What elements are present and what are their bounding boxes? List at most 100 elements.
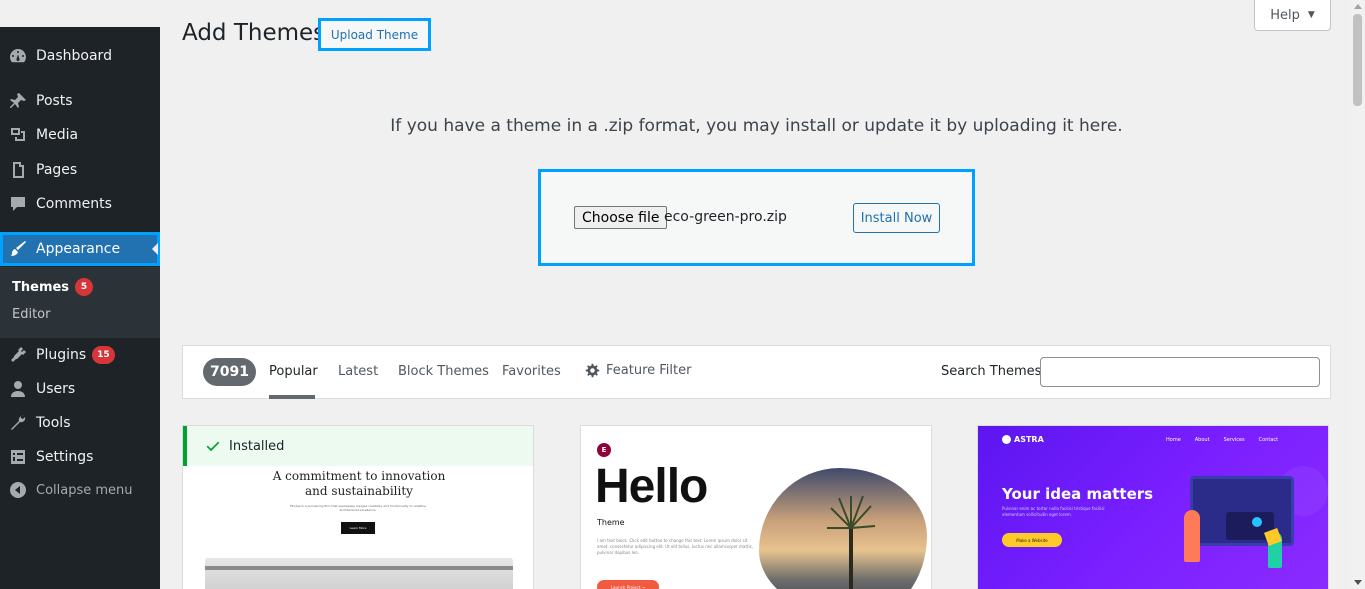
theme-preview-button: Launch Project → — [597, 580, 659, 589]
admin-sidebar: Dashboard Posts Media Pages Comments App… — [0, 27, 160, 589]
theme-preview-text: Études is a pioneering firm that seamles… — [290, 504, 426, 512]
media-icon — [0, 125, 36, 145]
choose-file-button[interactable]: Choose file — [574, 206, 668, 229]
nav-item: Services — [1223, 437, 1245, 443]
sidebar-item-comments[interactable]: Comments — [0, 187, 160, 221]
sidebar-item-label: Tools — [36, 415, 71, 431]
theme-preview-button: Make a Website — [1002, 533, 1062, 547]
sidebar-item-media[interactable]: Media — [0, 118, 160, 152]
theme-preview-nav: Home About Services Contact — [1166, 437, 1278, 443]
settings-icon — [0, 447, 36, 467]
sidebar-item-label: Settings — [36, 449, 94, 465]
theme-preview-subtitle: Theme — [597, 518, 625, 527]
elementor-logo-icon: E — [597, 443, 611, 457]
nav-item: About — [1194, 437, 1210, 443]
theme-filter-bar: 7091 Popular Latest Block Themes Favorit… — [182, 345, 1331, 399]
upload-theme-button[interactable]: Upload Theme — [318, 18, 431, 51]
illustration-person — [1184, 510, 1200, 562]
sidebar-item-dashboard[interactable]: Dashboard — [0, 39, 160, 73]
astra-logo: ASTRA — [1002, 435, 1044, 444]
theme-card-installed[interactable]: Installed A commitment to innovation and… — [182, 425, 534, 589]
install-now-button[interactable]: Install Now — [853, 203, 940, 233]
scroll-up-arrow-icon[interactable] — [1354, 4, 1362, 9]
nav-item: Home — [1166, 437, 1181, 443]
sidebar-item-settings[interactable]: Settings — [0, 440, 160, 474]
active-menu-arrow — [152, 243, 158, 255]
theme-card-hello[interactable]: E Hello Theme I am text block. Click edi… — [580, 425, 932, 589]
search-themes-label: Search Themes — [941, 364, 1042, 379]
headline-line-1: A commitment to innovation — [272, 469, 446, 483]
sidebar-item-users[interactable]: Users — [0, 372, 160, 406]
help-button-label: Help — [1270, 7, 1300, 23]
theme-count-badge: 7091 — [203, 358, 256, 386]
current-tab-indicator — [269, 395, 315, 399]
pin-icon — [0, 91, 36, 111]
sidebar-item-appearance[interactable]: Appearance — [0, 232, 160, 266]
feature-filter-label: Feature Filter — [606, 363, 692, 378]
installed-notice: Installed — [183, 426, 533, 466]
plugins-update-badge: 15 — [92, 346, 115, 364]
sidebar-item-label: Plugins — [36, 347, 87, 363]
submenu-item-editor[interactable]: Editor — [12, 307, 50, 322]
wrench-icon — [0, 413, 36, 433]
headline-line-2: and sustainability — [305, 484, 413, 498]
upload-description: If you have a theme in a .zip format, yo… — [390, 116, 1123, 136]
sidebar-item-posts[interactable]: Posts — [0, 84, 160, 118]
astra-logo-icon — [1002, 435, 1011, 444]
sidebar-item-plugins[interactable]: Plugins 15 — [0, 338, 160, 372]
selected-file-name: eco-green-pro.zip — [664, 209, 787, 225]
collapse-icon — [0, 480, 36, 500]
dashboard-icon — [0, 46, 36, 66]
search-themes-input[interactable] — [1040, 357, 1320, 387]
astra-logo-text: ASTRA — [1014, 435, 1044, 444]
sidebar-item-label: Pages — [36, 162, 78, 178]
theme-card-astra[interactable]: ASTRA Home About Services Contact Your i… — [977, 425, 1329, 589]
tab-latest[interactable]: Latest — [338, 364, 378, 379]
plugin-icon — [0, 345, 36, 365]
theme-preview-image-detail — [205, 566, 513, 570]
play-icon — [1252, 517, 1262, 527]
pages-icon — [0, 160, 36, 180]
brush-icon — [0, 239, 36, 259]
installed-label: Installed — [229, 438, 285, 454]
sidebar-item-label: Collapse menu — [36, 482, 133, 498]
nav-item: Contact — [1258, 437, 1279, 443]
chevron-down-icon: ▼ — [1307, 10, 1315, 20]
sidebar-item-pages[interactable]: Pages — [0, 153, 160, 187]
collapse-menu-button[interactable]: Collapse menu — [0, 473, 160, 507]
gear-icon — [585, 363, 600, 378]
submenu-item-themes[interactable]: Themes 5 — [12, 278, 94, 296]
page-title: Add Themes — [182, 20, 326, 46]
theme-preview-title: Your idea matters — [1002, 485, 1154, 503]
scrollbar-thumb[interactable] — [1353, 14, 1362, 106]
sidebar-item-label: Appearance — [36, 241, 121, 257]
sidebar-item-label: Posts — [36, 93, 73, 109]
tab-popular[interactable]: Popular — [269, 364, 318, 379]
feature-filter-button[interactable]: Feature Filter — [585, 363, 691, 378]
upload-form: Choose file eco-green-pro.zip Install No… — [538, 169, 975, 266]
themes-update-badge: 5 — [75, 278, 94, 296]
help-button[interactable]: Help ▼ — [1254, 0, 1331, 31]
scroll-down-arrow-icon[interactable] — [1354, 580, 1362, 585]
sidebar-item-label: Dashboard — [36, 48, 112, 64]
sidebar-item-tools[interactable]: Tools — [0, 406, 160, 440]
page-scrollbar[interactable] — [1350, 0, 1365, 589]
cactus-plant-image — [827, 495, 876, 589]
theme-preview-title: Hello — [595, 460, 708, 513]
theme-preview-image — [205, 558, 513, 589]
tab-block-themes[interactable]: Block Themes — [398, 364, 489, 379]
comments-icon — [0, 194, 36, 214]
tab-favorites[interactable]: Favorites — [502, 364, 561, 379]
appearance-submenu: Themes 5 Editor — [0, 267, 160, 338]
sidebar-item-label: Users — [36, 381, 76, 397]
users-icon — [0, 379, 36, 399]
submenu-item-label: Editor — [12, 307, 51, 322]
submenu-item-label: Themes — [12, 279, 70, 295]
sidebar-item-label: Comments — [36, 196, 112, 212]
theme-preview-button: Learn More — [341, 522, 375, 534]
sidebar-item-label: Media — [36, 127, 79, 143]
checkmark-icon — [206, 441, 220, 452]
theme-preview-headline: A commitment to innovation and sustainab… — [183, 469, 533, 499]
theme-preview-text: I am text block. Click edit button to ch… — [597, 538, 753, 555]
theme-preview-text: Pulvinar enim ac tortor nulla facilisi t… — [1002, 506, 1105, 517]
